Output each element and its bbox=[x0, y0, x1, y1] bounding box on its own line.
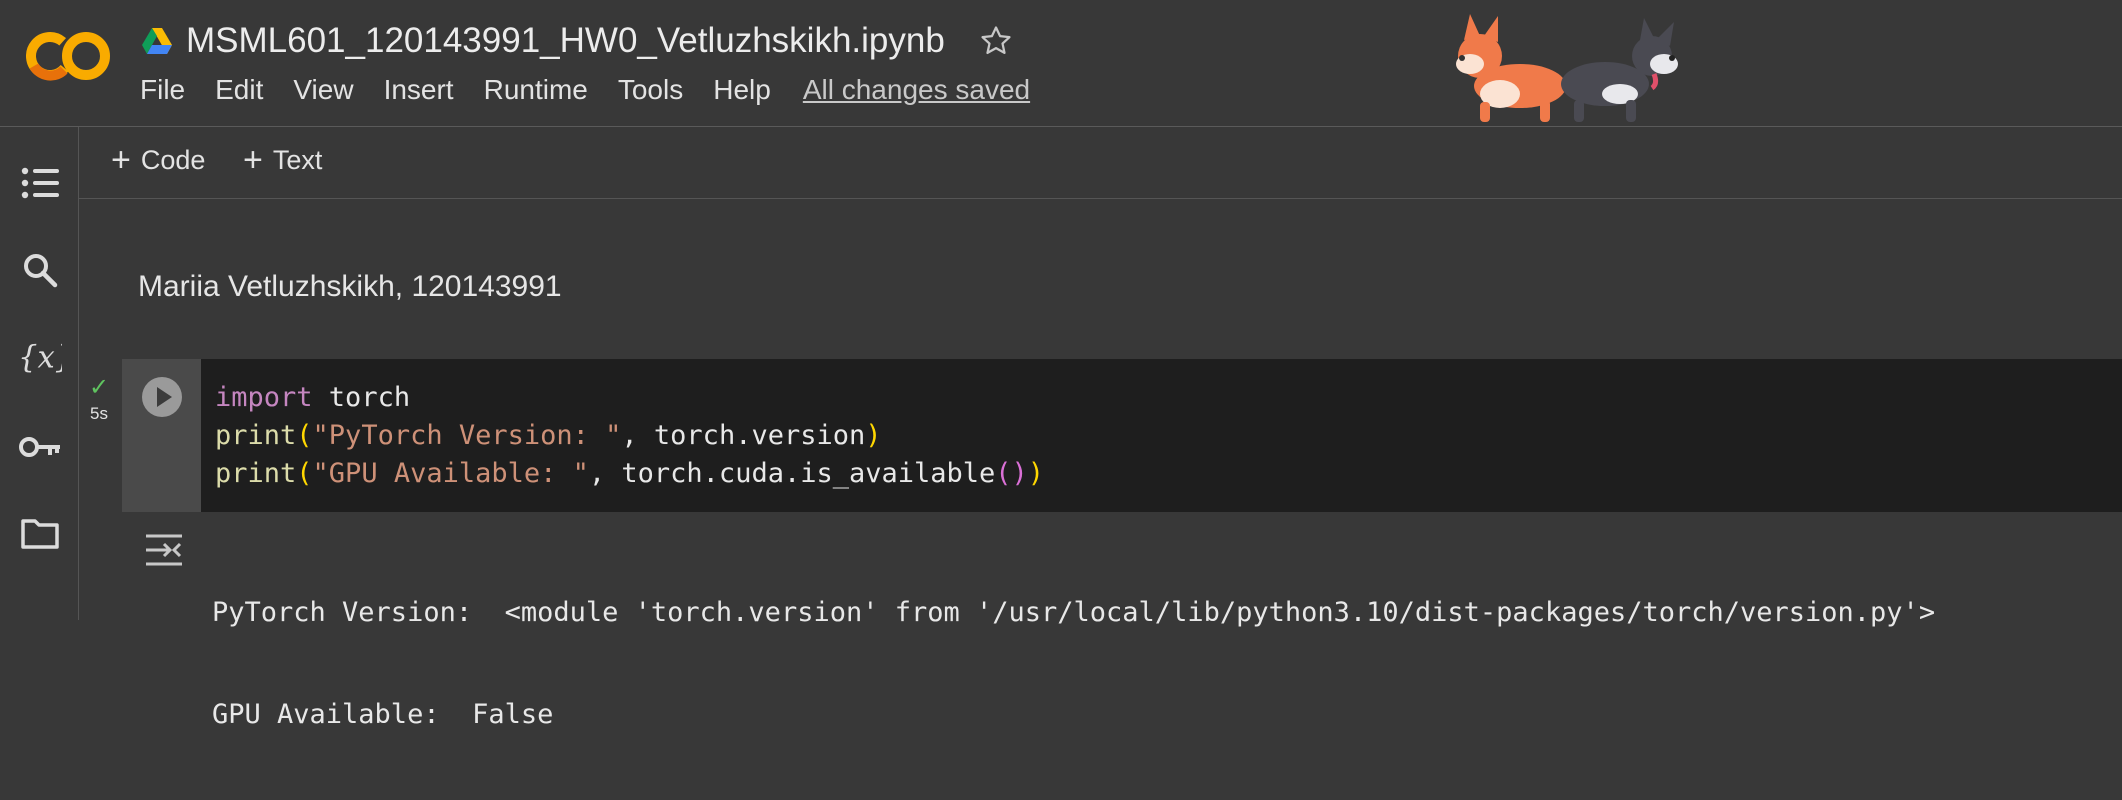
code-line: print("PyTorch Version: ", torch.version… bbox=[215, 417, 1044, 455]
plus-icon: + bbox=[111, 141, 131, 179]
colab-logo[interactable] bbox=[26, 26, 110, 86]
variables-icon[interactable]: {𝑥} bbox=[18, 335, 62, 379]
code-token: ( bbox=[296, 420, 313, 451]
code-editor[interactable]: import torch print("PyTorch Version: ", t… bbox=[215, 379, 1044, 493]
star-icon[interactable] bbox=[979, 24, 1013, 58]
cell-output: PyTorch Version: <module 'torch.version'… bbox=[122, 512, 2122, 730]
code-token: , torch.cuda.is_available bbox=[588, 458, 996, 489]
title-bar: MSML601_120143991_HW0_Vetluzhskikh.ipynb bbox=[142, 16, 1013, 66]
corgi-mode-illustration bbox=[1456, 14, 1678, 122]
menu-runtime[interactable]: Runtime bbox=[484, 74, 588, 106]
menu-bar: File Edit View Insert Runtime Tools Help… bbox=[140, 74, 1030, 106]
code-token: torch bbox=[312, 382, 411, 413]
menu-file[interactable]: File bbox=[140, 74, 185, 106]
notebook-toolbar: + Code + Text bbox=[79, 127, 2122, 199]
execution-status: ✓ 5s bbox=[86, 374, 112, 424]
secrets-key-icon[interactable] bbox=[18, 425, 62, 469]
code-cell[interactable]: import torch print("PyTorch Version: ", t… bbox=[122, 359, 2122, 512]
code-token: ( bbox=[296, 458, 313, 489]
code-token: ) bbox=[1027, 458, 1045, 489]
code-token: ) bbox=[865, 420, 882, 451]
run-cell-button[interactable] bbox=[142, 377, 182, 417]
code-token: () bbox=[995, 458, 1028, 489]
add-text-cell-button[interactable]: + Text bbox=[243, 141, 323, 179]
output-text: PyTorch Version: <module 'torch.version'… bbox=[212, 528, 1935, 800]
code-line: import torch bbox=[215, 379, 1044, 417]
table-of-contents-icon[interactable] bbox=[18, 161, 62, 205]
code-token: print bbox=[215, 420, 297, 451]
menu-view[interactable]: View bbox=[293, 74, 353, 106]
notebook-title[interactable]: MSML601_120143991_HW0_Vetluzhskikh.ipynb bbox=[186, 21, 945, 61]
app-header: MSML601_120143991_HW0_Vetluzhskikh.ipynb… bbox=[0, 0, 2122, 127]
check-icon: ✓ bbox=[88, 374, 110, 401]
google-drive-icon[interactable] bbox=[142, 27, 172, 55]
execution-time: 5s bbox=[90, 404, 108, 423]
code-token: "GPU Available: " bbox=[312, 458, 589, 489]
plus-icon: + bbox=[243, 141, 263, 179]
menu-insert[interactable]: Insert bbox=[384, 74, 454, 106]
code-token: "PyTorch Version: " bbox=[312, 420, 622, 451]
output-line: PyTorch Version: <module 'torch.version'… bbox=[212, 597, 1936, 628]
code-token: , torch.version bbox=[621, 420, 866, 451]
save-status-link[interactable]: All changes saved bbox=[803, 74, 1030, 106]
cell-gutter bbox=[122, 359, 201, 512]
left-sidebar: {𝑥} bbox=[0, 127, 79, 620]
markdown-cell[interactable]: Mariia Vetluzhskikh, 120143991 bbox=[138, 270, 562, 304]
svg-text:{𝑥}: {𝑥} bbox=[18, 341, 62, 376]
menu-help[interactable]: Help bbox=[713, 74, 771, 106]
add-code-cell-button[interactable]: + Code bbox=[111, 141, 206, 179]
code-line: print("GPU Available: ", torch.cuda.is_a… bbox=[215, 455, 1044, 493]
add-text-label: Text bbox=[272, 145, 323, 175]
folder-icon[interactable] bbox=[18, 511, 62, 555]
search-icon[interactable] bbox=[18, 248, 62, 292]
menu-edit[interactable]: Edit bbox=[215, 74, 263, 106]
output-line: GPU Available: False bbox=[212, 699, 554, 730]
code-token: import bbox=[215, 382, 313, 413]
output-actions-icon[interactable] bbox=[142, 528, 186, 572]
code-token: print bbox=[215, 458, 297, 489]
menu-tools[interactable]: Tools bbox=[618, 74, 683, 106]
add-code-label: Code bbox=[140, 145, 206, 175]
